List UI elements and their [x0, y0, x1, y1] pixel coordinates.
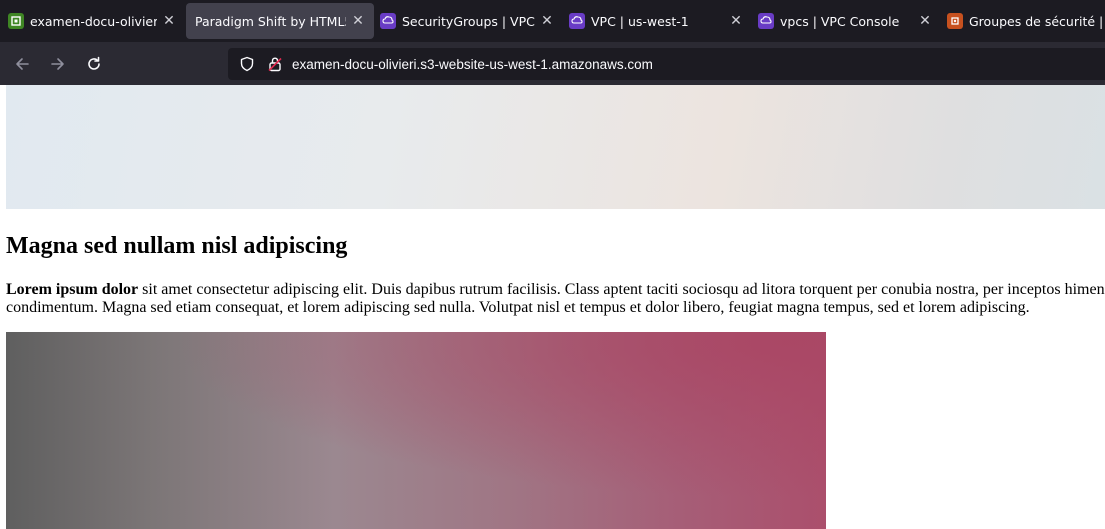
close-icon[interactable]: ✕ [539, 13, 555, 29]
vpc-icon [758, 13, 774, 29]
vpc-icon [569, 13, 585, 29]
reload-icon [88, 56, 100, 70]
tab-title: VPC | us-west-1 [591, 13, 689, 29]
tab-title: Paradigm Shift by HTML5 UP [195, 13, 346, 29]
nav-bar: examen-docu-olivieri.s3-website-us-west-… [0, 42, 1105, 85]
paragraph-text: sit amet consectetur adipiscing elit. Du… [138, 281, 1105, 298]
gradient-image [6, 332, 826, 529]
tab-title: vpcs | VPC Console [780, 13, 900, 29]
shield-icon[interactable] [236, 53, 258, 75]
ec2-icon [947, 13, 963, 29]
paragraph-line-2: condimentum. Magna sed etiam consequat, … [6, 299, 1030, 316]
tab-title: Groupes de sécurité | E [969, 13, 1102, 29]
close-icon[interactable]: ✕ [917, 13, 933, 29]
arrow-left-icon [16, 57, 29, 70]
forward-button[interactable] [42, 48, 74, 80]
tab-vpcs-console[interactable]: vpcs | VPC Console ✕ [753, 3, 941, 39]
vpc-icon [380, 13, 396, 29]
close-icon[interactable]: ✕ [728, 13, 744, 29]
close-icon[interactable]: ✕ [161, 13, 177, 29]
tab-title: SecurityGroups | VPC Con [402, 13, 535, 29]
tab-strip: examen-docu-olivieri - Co ✕ Paradigm Shi… [0, 0, 1105, 42]
page-content: Magna sed nullam nisl adipiscing Lorem i… [0, 85, 1105, 529]
tab-title: examen-docu-olivieri - Co [30, 13, 157, 29]
hero-image [6, 85, 1105, 209]
tab-securitygroups[interactable]: SecurityGroups | VPC Con ✕ [375, 3, 563, 39]
tab-vpc-us-west-1[interactable]: VPC | us-west-1 ✕ [564, 3, 752, 39]
paragraph-line-1: Lorem ipsum dolor sit amet consectetur a… [6, 281, 1105, 299]
url-text[interactable]: examen-docu-olivieri.s3-website-us-west-… [292, 57, 653, 72]
close-icon[interactable]: ✕ [350, 13, 366, 29]
page-heading: Magna sed nullam nisl adipiscing [6, 233, 348, 259]
intro-paragraph: Lorem ipsum dolor sit amet consectetur a… [6, 281, 1105, 317]
arrow-right-icon [51, 57, 64, 70]
s3-icon [8, 13, 24, 29]
insecure-lock-icon[interactable] [264, 53, 286, 75]
paragraph-bold-lead: Lorem ipsum dolor [6, 281, 139, 298]
back-button[interactable] [6, 48, 38, 80]
tab-paradigm-shift[interactable]: Paradigm Shift by HTML5 UP ✕ [186, 3, 374, 39]
url-bar[interactable]: examen-docu-olivieri.s3-website-us-west-… [228, 48, 1105, 80]
tab-groupes-securite[interactable]: Groupes de sécurité | E [942, 3, 1102, 39]
reload-button[interactable] [78, 48, 110, 80]
tab-s3-console[interactable]: examen-docu-olivieri - Co ✕ [3, 3, 185, 39]
